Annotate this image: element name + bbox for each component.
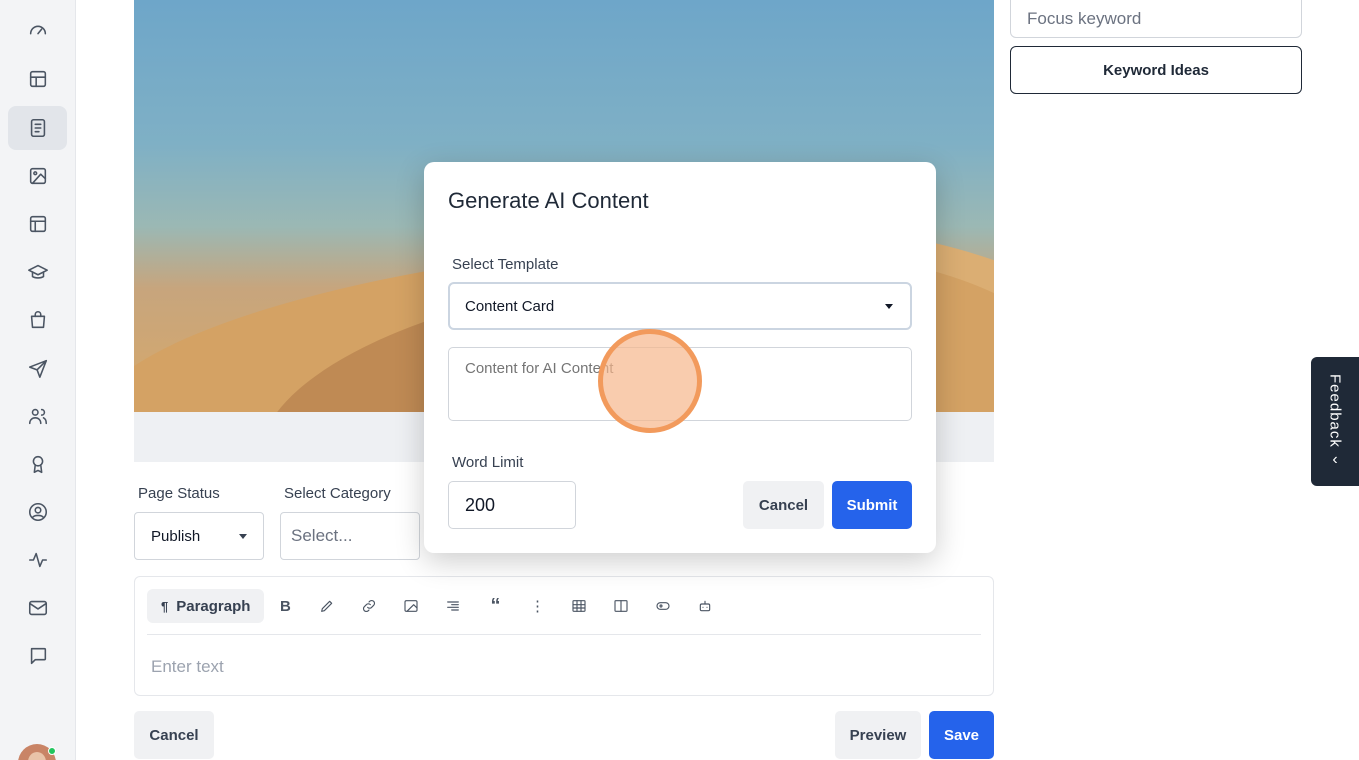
- content-editor[interactable]: ¶ Paragraph B “ ⋮ Enter text: [134, 576, 994, 696]
- focus-keyword-placeholder: Focus keyword: [1027, 9, 1142, 28]
- page-status-value: Publish: [151, 527, 201, 545]
- sidebar: [0, 0, 76, 760]
- modal-title: Generate AI Content: [448, 188, 649, 213]
- template-value: Content Card: [465, 297, 555, 315]
- table-button[interactable]: [558, 589, 600, 623]
- nav-media[interactable]: [8, 154, 67, 198]
- users-icon: [28, 408, 47, 425]
- editor-placeholder: Enter text: [151, 657, 224, 676]
- robot-icon: [700, 600, 711, 612]
- preview-button[interactable]: Preview: [835, 711, 921, 759]
- dots-vertical-icon: ⋮: [529, 598, 545, 615]
- tag-icon: [656, 602, 671, 610]
- feedback-label: Feedback: [1326, 373, 1344, 448]
- chat-icon: [30, 647, 46, 665]
- layout-icon: [29, 70, 46, 88]
- link-button[interactable]: [348, 589, 390, 623]
- account-icon: [28, 502, 47, 522]
- modal-submit-button[interactable]: Submit: [832, 481, 912, 529]
- click-indicator: [598, 329, 702, 433]
- page-status-label: Page Status: [138, 485, 220, 502]
- paragraph-label: Paragraph: [176, 597, 251, 615]
- keyword-ideas-button[interactable]: Keyword Ideas: [1010, 46, 1302, 94]
- word-limit-input[interactable]: 200: [448, 481, 576, 529]
- align-icon: [447, 601, 460, 611]
- image-icon: [404, 600, 419, 612]
- chevron-left-icon: ‹: [1332, 451, 1338, 469]
- nav-badge[interactable]: [8, 442, 67, 486]
- nav-store[interactable]: [8, 298, 67, 342]
- media-icon: [29, 167, 46, 185]
- nav-courses[interactable]: [8, 250, 67, 294]
- image-button[interactable]: [390, 589, 432, 623]
- word-limit-label: Word Limit: [452, 454, 524, 471]
- category-label: Select Category: [284, 485, 391, 502]
- feedback-tab[interactable]: Feedback ‹: [1311, 357, 1359, 486]
- nav-chat[interactable]: [8, 634, 67, 678]
- columns-button[interactable]: [600, 589, 642, 623]
- save-button[interactable]: Save: [929, 711, 994, 759]
- pages-icon: [30, 118, 45, 138]
- store-icon: [30, 311, 45, 329]
- nav-layout[interactable]: [8, 57, 67, 101]
- category-placeholder: Select...: [291, 526, 353, 545]
- modal-cancel-button[interactable]: Cancel: [743, 481, 824, 529]
- nav-dashboard[interactable]: [8, 8, 67, 52]
- pilcrow-icon: ¶: [161, 598, 169, 614]
- editor-toolbar: ¶ Paragraph B “ ⋮: [147, 589, 726, 623]
- pencil-icon: [321, 600, 333, 612]
- badge-icon: [32, 455, 43, 474]
- nav-account[interactable]: [8, 490, 67, 534]
- word-limit-value: 200: [465, 494, 496, 515]
- nav-send[interactable]: [8, 346, 67, 390]
- nav-pages[interactable]: [8, 106, 67, 150]
- activity-icon: [28, 552, 47, 568]
- nav-activity[interactable]: [8, 538, 67, 582]
- online-status-dot: [48, 747, 56, 755]
- send-icon: [28, 359, 47, 378]
- chevron-down-icon: [885, 304, 893, 309]
- templates-icon: [29, 215, 46, 233]
- quote-button[interactable]: “: [474, 589, 516, 623]
- quote-icon: “: [490, 594, 501, 617]
- nav-users[interactable]: [8, 394, 67, 438]
- tag-button[interactable]: [642, 589, 684, 623]
- paragraph-button[interactable]: ¶ Paragraph: [147, 589, 265, 623]
- link-icon: [363, 599, 376, 613]
- page-status-select[interactable]: Publish: [134, 512, 264, 560]
- mail-icon: [28, 600, 47, 616]
- robot-button[interactable]: [684, 589, 726, 623]
- more-options-button[interactable]: ⋮: [516, 589, 558, 623]
- nav-templates[interactable]: [8, 202, 67, 246]
- dashboard-icon: [29, 25, 46, 35]
- cancel-button[interactable]: Cancel: [134, 711, 214, 759]
- editor-divider: [147, 634, 981, 635]
- highlight-button[interactable]: [306, 589, 348, 623]
- columns-icon: [614, 600, 629, 612]
- focus-keyword-input[interactable]: Focus keyword: [1010, 0, 1302, 38]
- bold-button[interactable]: B: [264, 589, 306, 623]
- template-select[interactable]: Content Card: [448, 282, 912, 330]
- chevron-down-icon: [239, 534, 247, 539]
- nav-mail[interactable]: [8, 586, 67, 630]
- template-label: Select Template: [452, 256, 559, 273]
- category-select[interactable]: Select...: [280, 512, 420, 560]
- bold-icon: B: [280, 597, 291, 615]
- table-icon: [572, 600, 587, 612]
- courses-icon: [27, 264, 48, 279]
- align-button[interactable]: [432, 589, 474, 623]
